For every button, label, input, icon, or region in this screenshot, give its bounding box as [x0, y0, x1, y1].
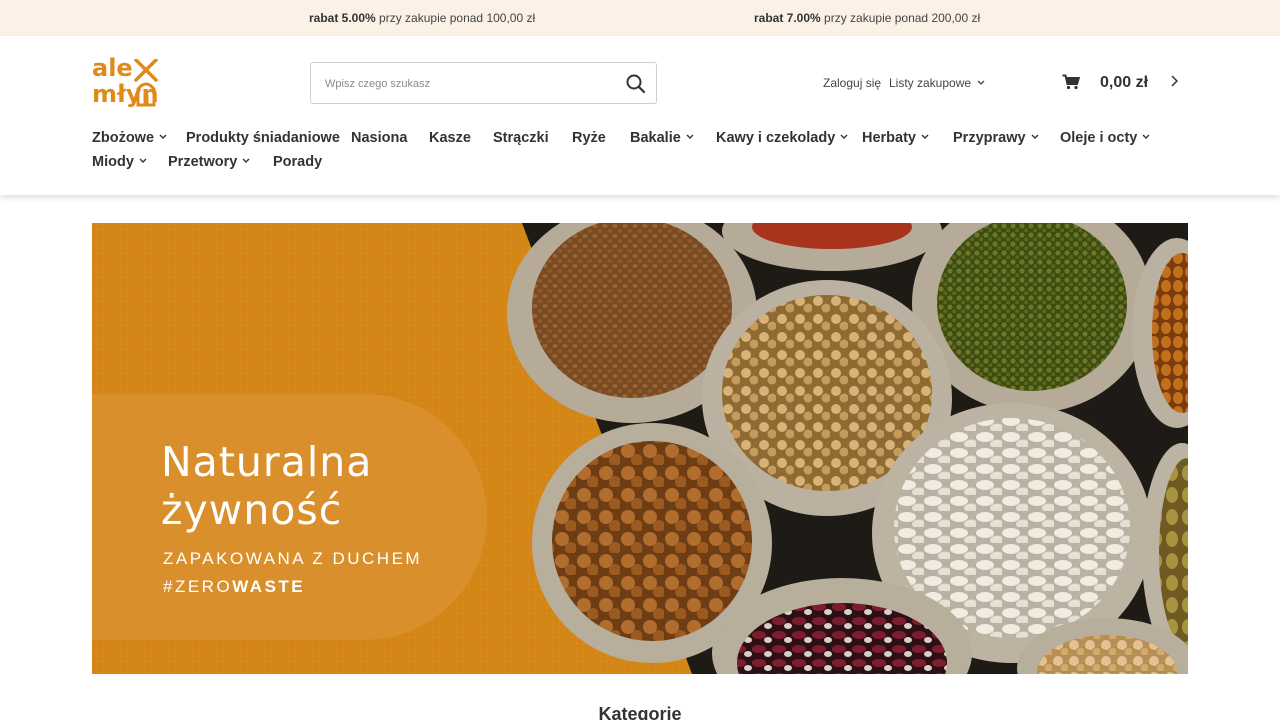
nav-item-kasze[interactable]: Kasze [429, 130, 471, 146]
hero-hashtag: #ZEROWASTE [163, 577, 305, 597]
nav-item-label: Bakalie [630, 130, 681, 146]
nav-item-label: Kasze [429, 130, 471, 146]
section-title-kategorie: Kategorie [598, 704, 682, 720]
chevron-down-icon [159, 134, 167, 139]
shopping-lists-label: Listy zakupowe [889, 76, 972, 90]
cart-button[interactable]: 0,00 zł [1062, 72, 1182, 96]
promo-discount-2: rabat 7.00% przy zakupie ponad 200,00 zł [754, 11, 980, 25]
nav-item-zbozowe[interactable]: Zbożowe [92, 130, 167, 146]
chevron-down-icon [686, 134, 694, 139]
nav-item-label: Produkty śniadaniowe [186, 130, 340, 146]
nav-item-label: Miody [92, 154, 134, 170]
cart-amount: 0,00 zł [1100, 74, 1149, 91]
search-button[interactable] [624, 72, 648, 96]
nav-item-ryze[interactable]: Ryże [572, 130, 606, 146]
chevron-right-icon [1171, 75, 1178, 87]
cart-icon [1062, 74, 1080, 90]
nav-item-przyprawy[interactable]: Przyprawy [953, 130, 1039, 146]
site-header: ale młyn Zaloguj się Listy zakupowe 0 [0, 36, 1280, 195]
promo-discount-1-value: rabat 5.00% [309, 11, 376, 25]
nav-item-label: Przyprawy [953, 130, 1026, 146]
promo-discount-1-text: przy zakupie ponad 100,00 zł [375, 11, 536, 25]
promo-discount-1: rabat 5.00% przy zakupie ponad 100,00 zł [309, 11, 535, 25]
hero-subtitle: ZAPAKOWANA Z DUCHEM [163, 549, 423, 568]
hero-hashtag-bold: WASTE [232, 577, 306, 596]
nav-item-label: Kawy i czekolady [716, 130, 836, 146]
chevron-down-icon [977, 80, 985, 85]
chevron-down-icon [840, 134, 848, 139]
promo-discount-2-text: przy zakupie ponad 200,00 zł [820, 11, 981, 25]
nav-item-label: Ryże [572, 130, 606, 146]
logo-line-1: ale [92, 54, 133, 82]
chevron-down-icon [242, 158, 250, 163]
chevron-down-icon [139, 158, 147, 163]
hero-banner[interactable]: Naturalna żywność ZAPAKOWANA Z DUCHEM #Z… [92, 223, 1188, 674]
nav-item-label: Porady [273, 154, 323, 170]
hero-hashtag-prefix: #ZERO [163, 577, 233, 596]
nav-item-herbaty[interactable]: Herbaty [862, 130, 929, 146]
search-input[interactable] [325, 75, 615, 93]
nav-item-label: Zbożowe [92, 130, 155, 146]
nav-item-oleje-i-octy[interactable]: Oleje i octy [1060, 130, 1150, 146]
nav-item-label: Oleje i octy [1060, 130, 1138, 146]
search-icon [626, 74, 646, 94]
hero-title-line-1: Naturalna [161, 438, 373, 486]
chevron-down-icon [1142, 134, 1150, 139]
nav-item-kawy-i-czekolady[interactable]: Kawy i czekolady [716, 130, 848, 146]
logo[interactable]: ale młyn [92, 56, 162, 112]
nav-item-label: Strączki [493, 130, 549, 146]
nav-item-produkty-sniadaniowe[interactable]: Produkty śniadaniowe [186, 130, 340, 146]
chevron-down-icon [921, 134, 929, 139]
shopping-lists-dropdown[interactable]: Listy zakupowe [889, 76, 985, 90]
promo-discount-2-value: rabat 7.00% [754, 11, 821, 25]
chevron-down-icon [1031, 134, 1039, 139]
nav-item-przetwory[interactable]: Przetwory [168, 154, 250, 170]
nav-item-straczki[interactable]: Strączki [493, 130, 549, 146]
nav-item-miody[interactable]: Miody [92, 154, 147, 170]
windmill-icon [134, 59, 158, 107]
nav-item-label: Nasiona [351, 130, 408, 146]
nav-item-label: Herbaty [862, 130, 916, 146]
nav-item-label: Przetwory [168, 154, 238, 170]
nav-item-porady[interactable]: Porady [273, 154, 322, 170]
promo-bar: rabat 5.00% przy zakupie ponad 100,00 zł… [0, 0, 1280, 36]
nav-item-nasiona[interactable]: Nasiona [351, 130, 407, 146]
hero-title-line-2: żywność [161, 486, 343, 534]
search-box [310, 62, 657, 104]
login-link[interactable]: Zaloguj się [823, 76, 881, 90]
nav-item-bakalie[interactable]: Bakalie [630, 130, 694, 146]
